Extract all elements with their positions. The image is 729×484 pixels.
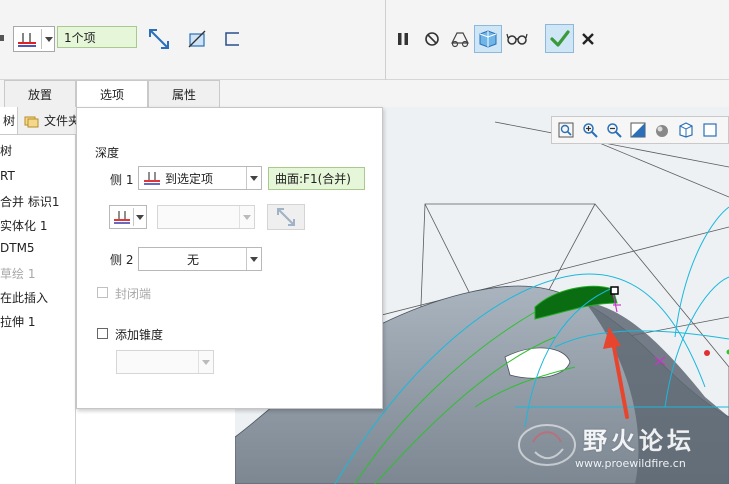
add-taper-label: 添加锥度 <box>115 328 164 342</box>
cancel-x-icon <box>582 33 594 45</box>
pause-icon <box>398 33 408 45</box>
view-manager-button[interactable] <box>700 120 720 140</box>
side1-reference: 曲面:F1(合并) <box>275 172 351 186</box>
reference-value: 1个项 <box>64 30 96 45</box>
chevron-down-icon <box>44 36 53 42</box>
no-preview-icon <box>425 32 439 46</box>
side2-depth-dropdown[interactable]: 无 <box>138 247 262 271</box>
tab-properties[interactable]: 属性 <box>148 80 220 107</box>
folder-icon <box>24 116 39 127</box>
reference-collector[interactable]: 1个项 <box>57 26 137 48</box>
zoom-out-icon <box>607 123 622 138</box>
verify-preview-button[interactable] <box>447 26 473 52</box>
side2-option: 无 <box>186 252 199 267</box>
refit-icon <box>558 122 574 138</box>
tree-item[interactable]: 实体化 1 <box>0 217 47 234</box>
remove-material-icon <box>188 30 206 48</box>
tree-item[interactable]: DTM5 <box>0 241 35 255</box>
display-style-icon <box>656 125 668 137</box>
zoom-out-button[interactable] <box>604 120 624 140</box>
flip-side-button[interactable] <box>267 204 305 230</box>
saved-views-icon <box>679 122 693 138</box>
tab-placement[interactable]: 放置 <box>4 80 76 107</box>
repaint-button[interactable] <box>628 120 648 140</box>
tab-label: 文件夹 <box>44 114 76 128</box>
side1-option: 到选定项 <box>165 171 214 186</box>
tab-label: 选项 <box>99 88 124 102</box>
depth-to-selected-icon <box>113 211 130 224</box>
repaint-icon <box>630 122 646 138</box>
geometry-preview-icon <box>479 30 497 48</box>
zoom-in-button[interactable] <box>580 120 600 140</box>
remove-material-button[interactable] <box>184 26 210 52</box>
view-toolbar <box>551 116 729 144</box>
glasses-preview-button[interactable] <box>505 26 529 52</box>
depth-to-selected-icon <box>144 172 160 185</box>
depth-value-dropdown[interactable] <box>157 205 255 229</box>
partial-icon <box>0 35 4 41</box>
chevron-down-icon <box>246 167 261 189</box>
tree-item[interactable]: 草绘 1 <box>0 265 35 282</box>
side1-depth-dropdown[interactable]: 到选定项 <box>138 166 262 190</box>
tab-options[interactable]: 选项 <box>76 80 148 108</box>
tree-item[interactable]: 拉伸 1 <box>0 313 35 330</box>
depth-option-dropdown[interactable] <box>109 205 147 229</box>
triad-origin <box>704 350 710 356</box>
flip-direction-icon <box>277 208 295 226</box>
chevron-down-icon <box>239 206 254 228</box>
taper-angle-dropdown[interactable] <box>116 350 214 374</box>
side2-label: 侧 2 <box>110 253 134 267</box>
confirm-button[interactable] <box>545 24 574 53</box>
ribbon-divider <box>385 0 386 80</box>
capped-ends-checkbox[interactable] <box>97 287 108 298</box>
chevron-down-icon <box>198 351 213 373</box>
tab-label: 树 <box>2 114 15 128</box>
flip-direction-button[interactable] <box>146 26 172 52</box>
chevron-down-icon <box>135 214 144 220</box>
depth-type-dropdown[interactable] <box>13 26 55 52</box>
verify-preview-icon <box>451 32 469 48</box>
saved-views-button[interactable] <box>676 120 696 140</box>
capped-ends-label: 封闭端 <box>115 287 152 301</box>
tab-label: 放置 <box>27 87 52 102</box>
watermark-title: 野火论坛 <box>583 427 695 455</box>
cancel-button[interactable] <box>577 26 599 52</box>
glasses-preview-icon <box>506 33 528 45</box>
side1-reference-field[interactable]: 曲面:F1(合并) <box>268 167 365 190</box>
view-manager-icon <box>703 123 717 137</box>
tab-model-tree[interactable]: 树 <box>0 107 18 135</box>
thicken-button[interactable] <box>220 26 244 52</box>
tree-header: 树 <box>0 144 13 158</box>
tab-label: 属性 <box>171 87 196 102</box>
tree-item[interactable]: 合并 标识1 <box>0 193 59 210</box>
geometry-preview-button[interactable] <box>474 25 502 53</box>
watermark-url: www.proewildfire.cn <box>575 457 686 470</box>
confirm-check-icon <box>549 29 570 47</box>
side1-label: 侧 1 <box>110 173 134 187</box>
depth-label: 深度 <box>95 146 120 160</box>
chevron-down-icon <box>246 248 261 270</box>
no-preview-button[interactable] <box>421 26 443 52</box>
refit-button[interactable] <box>556 120 576 140</box>
zoom-in-icon <box>583 123 598 138</box>
pause-button[interactable] <box>392 26 414 52</box>
selection-marker <box>610 286 619 295</box>
display-style-button[interactable] <box>652 120 672 140</box>
thicken-icon <box>225 32 239 46</box>
tree-item[interactable]: RT <box>0 169 15 183</box>
depth-to-selected-icon <box>17 33 36 47</box>
tab-folder-browser[interactable]: 文件夹 <box>18 107 76 135</box>
flip-direction-icon <box>149 29 169 49</box>
add-taper-checkbox[interactable] <box>97 328 108 339</box>
tree-item-insert-here[interactable]: 在此插入 <box>0 289 48 306</box>
